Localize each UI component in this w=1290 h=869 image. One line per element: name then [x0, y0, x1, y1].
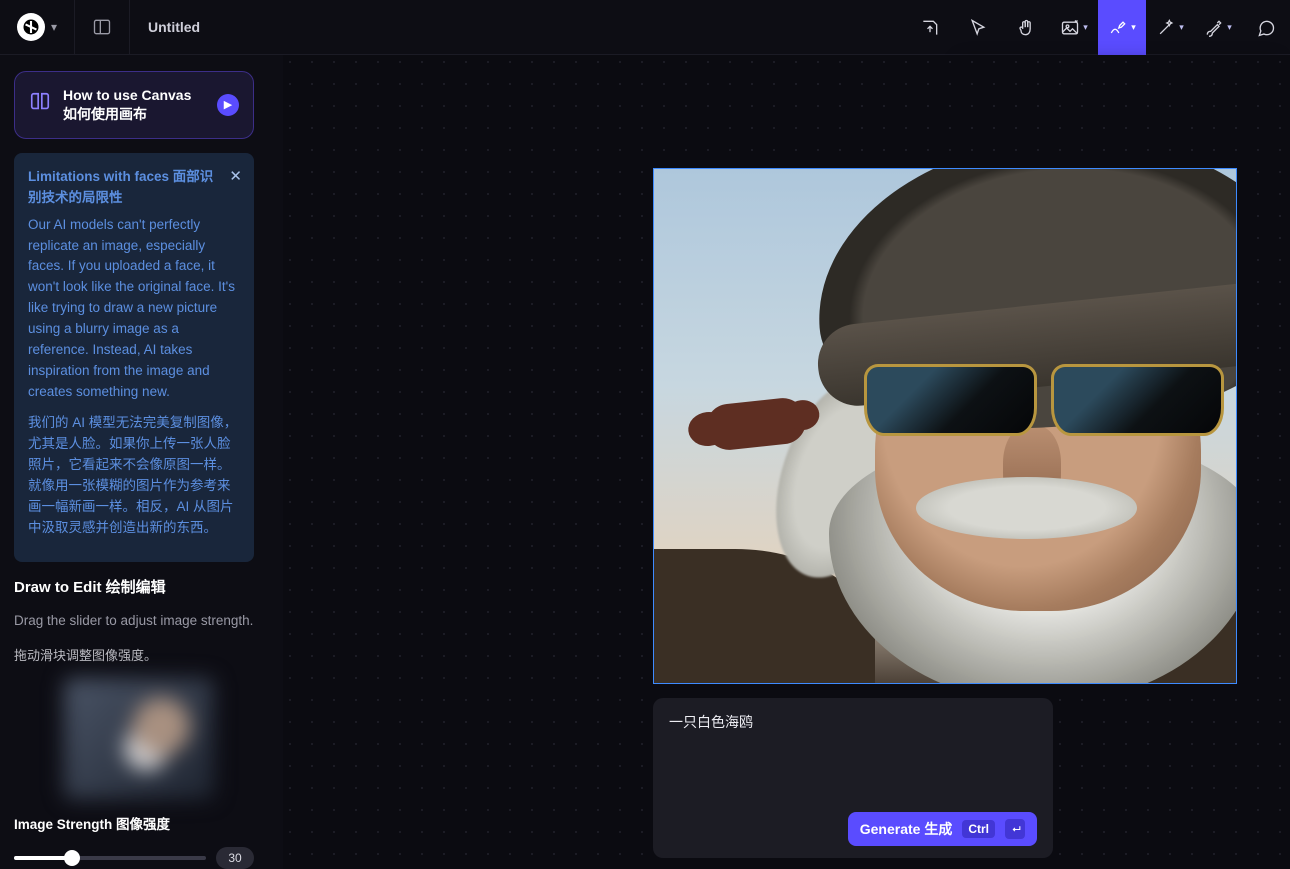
panel-toggle-button[interactable]	[75, 0, 130, 55]
image-tool[interactable]: ▾	[1050, 0, 1098, 55]
sidebar: How to use Canvas 如何使用画布 ▶ ✕ Limitations…	[0, 55, 268, 869]
chevron-down-icon: ▾	[1131, 22, 1136, 33]
generate-button[interactable]: Generate 生成 Ctrl	[848, 812, 1037, 846]
brush-tool[interactable]: ▾	[1194, 0, 1242, 55]
ctrl-key-hint: Ctrl	[962, 820, 995, 838]
select-tool[interactable]	[954, 0, 1002, 55]
prompt-input[interactable]: 一只白色海鸥	[669, 712, 1037, 812]
face-limitation-notice: ✕ Limitations with faces 面部识别技术的局限性 Our …	[14, 153, 254, 563]
howto-card[interactable]: How to use Canvas 如何使用画布 ▶	[14, 71, 254, 139]
canvas-image[interactable]	[653, 168, 1237, 684]
pencil-tool[interactable]: ▾	[1098, 0, 1146, 55]
import-button[interactable]	[906, 0, 954, 55]
draw-to-edit-sub: Drag the slider to adjust image strength…	[14, 611, 254, 631]
howto-label: How to use Canvas 如何使用画布	[63, 86, 205, 124]
notice-title: Limitations with faces 面部识别技术的局限性	[28, 167, 240, 209]
top-bar: ▾ Untitled ▾ ▾ ▾ ▾	[0, 0, 1290, 55]
chevron-down-icon: ▾	[1227, 22, 1232, 33]
chevron-down-icon: ▾	[1179, 22, 1184, 33]
notice-body-zh: 我们的 AI 模型无法完美复制图像，尤其是人脸。如果你上传一张人脸照片，它看起来…	[28, 413, 240, 539]
image-strength-value: 30	[216, 847, 254, 869]
prompt-box: 一只白色海鸥 Generate 生成 Ctrl	[653, 698, 1053, 858]
comment-tool[interactable]	[1242, 0, 1290, 55]
app-menu[interactable]: ▾	[0, 0, 75, 55]
canvas-area[interactable]: 一只白色海鸥 Generate 生成 Ctrl	[283, 55, 1290, 869]
chevron-down-icon: ▾	[51, 20, 57, 34]
hand-tool[interactable]	[1002, 0, 1050, 55]
reference-thumbnail	[64, 678, 214, 799]
image-strength-slider[interactable]	[14, 849, 206, 867]
document-title[interactable]: Untitled	[130, 19, 200, 35]
generate-label: Generate 生成	[860, 819, 953, 839]
magic-tool[interactable]: ▾	[1146, 0, 1194, 55]
image-strength-row: 30	[14, 847, 254, 869]
enter-key-icon	[1005, 819, 1025, 839]
notice-body-en: Our AI models can't perfectly replicate …	[28, 215, 240, 403]
play-icon: ▶	[217, 94, 239, 116]
main-toolbar: ▾ ▾ ▾ ▾	[906, 0, 1290, 55]
draw-to-edit-title: Draw to Edit 绘制编辑	[14, 576, 254, 597]
image-strength-label: Image Strength 图像强度	[14, 813, 254, 833]
close-icon[interactable]: ✕	[229, 165, 242, 188]
app-logo-icon	[17, 13, 45, 41]
draw-to-edit-sub-zh: 拖动滑块调整图像强度。	[14, 645, 254, 664]
chevron-down-icon: ▾	[1083, 22, 1088, 33]
book-icon	[29, 91, 51, 118]
